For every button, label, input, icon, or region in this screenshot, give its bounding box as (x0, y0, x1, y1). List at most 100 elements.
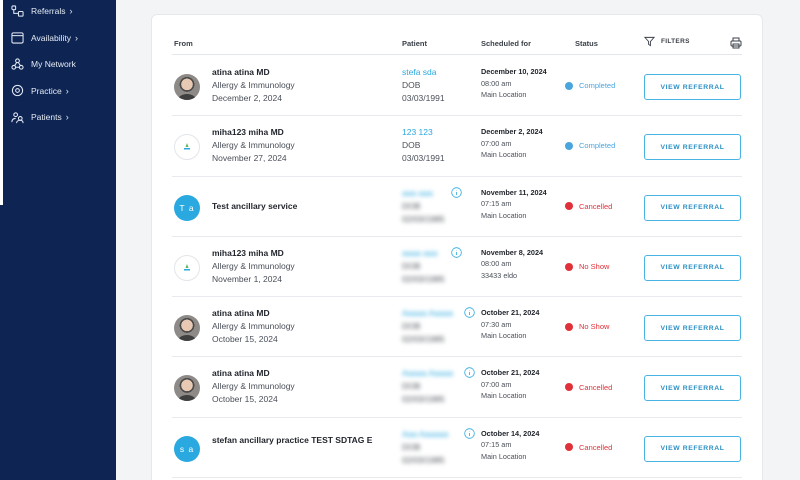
view-referral-button[interactable]: VIEW REFERRAL (644, 254, 741, 281)
referrer-specialty: Allergy & Immunology (212, 381, 295, 392)
scheduled-date: November 11, 2024 (481, 187, 547, 197)
network-icon (10, 57, 24, 71)
chevron-right-icon: › (75, 32, 79, 43)
referrer-name: Test ancillary service (212, 200, 298, 211)
scheduled-location: Main Location (481, 90, 527, 99)
status-badge: Cancelled (565, 418, 612, 477)
schedule-info: December 2, 2024 07:00 am Main Location (481, 126, 561, 161)
patient-dob: 02/03/1985 (402, 394, 445, 405)
status-badge: Cancelled (565, 177, 612, 236)
patients-icon (10, 110, 24, 124)
status-text: Cancelled (579, 442, 613, 452)
practice-logo-icon (184, 143, 190, 150)
dob-label: DOB (402, 200, 421, 211)
scheduled-date: October 14, 2024 (481, 428, 540, 438)
calendar-icon (10, 31, 24, 45)
table-row: atina atina MD Allergy & Immunology Octobe… (172, 357, 742, 418)
referral-date: November 27, 2024 (212, 153, 287, 164)
dob-label: DOB (402, 80, 421, 90)
column-header-status[interactable]: Status (575, 39, 598, 48)
scheduled-date: December 10, 2024 (481, 67, 547, 76)
patient-dob: 02/03/1985 (402, 454, 445, 465)
table-row: atina atina MD Allergy & Immunology Decemb… (172, 56, 742, 117)
column-header-from[interactable]: From (174, 39, 193, 48)
referrals-card: From Patient Scheduled for Status FILTER… (151, 14, 763, 480)
table-row: T a Test ancillary service aaa aaa DOB 02/03… (172, 177, 742, 237)
info-icon[interactable] (464, 367, 475, 379)
view-referral-button[interactable]: VIEW REFERRAL (644, 194, 741, 221)
sidebar-item-patients[interactable]: Patients › (10, 104, 78, 131)
table-row: atina atina MD Allergy & Immunology Octobe… (172, 297, 742, 358)
view-referral-button[interactable]: VIEW REFERRAL (644, 315, 741, 342)
scheduled-time: 07:15 am (481, 440, 512, 450)
table-row: s a stefan ancillary practice TEST SDTAG … (172, 418, 742, 479)
info-icon[interactable] (464, 428, 475, 439)
patient-info: stefa sda DOB 03/03/1991 (402, 66, 472, 105)
scheduled-time: 07:15 am (481, 199, 512, 209)
sidebar-item-availability[interactable]: Availability › (10, 25, 78, 52)
referral-date: November 1, 2024 (212, 273, 282, 284)
practice-logo-icon (184, 263, 190, 271)
referrer-specialty: Allergy & Immunology (212, 80, 295, 90)
patient-name-link[interactable]: Aaa Aaaaaa (402, 428, 472, 441)
referral-date: December 2, 2024 (212, 93, 282, 103)
schedule-info: November 11, 2024 07:15 am Main Location (481, 187, 561, 222)
scheduled-location: Main Location (481, 210, 527, 220)
patient-info: Aaaaa Aaaaa DOB 02/03/1985 (402, 367, 472, 406)
dob-label: DOB (402, 381, 421, 392)
referral-from: Test ancillary service (212, 200, 392, 213)
scheduled-time: 07:00 am (481, 138, 512, 148)
patient-dob: 03/03/1991 (402, 153, 445, 164)
schedule-info: October 21, 2024 07:30 am Main Location (481, 307, 561, 342)
view-referral-button[interactable]: VIEW REFERRAL (644, 435, 741, 462)
patient-name-link[interactable]: stefa sda (402, 66, 472, 79)
sidebar-item-practice[interactable]: Practice › (10, 78, 78, 105)
info-icon[interactable] (451, 247, 462, 258)
scheduled-date: October 21, 2024 (481, 308, 540, 318)
schedule-info: October 21, 2024 07:00 am Main Location (481, 367, 561, 402)
referrer-name: miha123 miha MD (212, 247, 284, 258)
status-text: Cancelled (579, 382, 613, 392)
patient-info: 123 123 DOB 03/03/1991 (402, 126, 472, 165)
referral-from: stefan ancillary practice TEST SDTAG E (212, 434, 392, 447)
status-dot (565, 443, 573, 452)
scheduled-time: 08:00 am (481, 259, 512, 269)
schedule-info: November 8, 2024 08:00 am 33433 eldo (481, 247, 561, 282)
patient-name-link[interactable]: 123 123 (402, 126, 472, 139)
sidebar-item-label: Availability (31, 32, 72, 43)
column-header-scheduled[interactable]: Scheduled for (481, 39, 531, 48)
status-text: Completed (579, 141, 616, 151)
chevron-right-icon: › (69, 6, 73, 17)
referrer-specialty: Allergy & Immunology (212, 321, 295, 332)
column-header-patient[interactable]: Patient (402, 39, 427, 48)
filters-button[interactable]: FILTERS (644, 36, 690, 47)
referrals-icon (10, 4, 24, 18)
status-text: No Show (579, 262, 610, 272)
sidebar-nav: Referrals › Availability › My Network Pr… (10, 0, 78, 131)
referral-from: atina atina MD Allergy & Immunology Octobe… (212, 367, 392, 406)
scheduled-time: 07:30 am (481, 319, 512, 329)
avatar (174, 134, 200, 161)
view-referral-button[interactable]: VIEW REFERRAL (644, 134, 741, 161)
patient-name-link[interactable]: Aaaaa Aaaaa (402, 367, 472, 380)
info-icon[interactable] (451, 186, 462, 198)
scheduled-location: Main Location (481, 331, 527, 341)
referrer-name: stefan ancillary practice TEST SDTAG E (212, 434, 373, 445)
scheduled-location: Main Location (481, 451, 527, 461)
referrer-name: atina atina MD (212, 67, 270, 77)
view-referral-button[interactable]: VIEW REFERRAL (644, 375, 741, 402)
sidebar-item-my-network[interactable]: My Network (10, 51, 78, 78)
info-icon[interactable] (464, 307, 475, 318)
patient-dob: 02/03/1985 (402, 213, 445, 224)
patient-name-link[interactable]: Aaaaa Aaaaa (402, 307, 472, 320)
patient-info: Aaaaa Aaaaa DOB 02/03/1985 (402, 307, 472, 346)
sidebar: Referrals › Availability › My Network Pr… (0, 0, 116, 480)
table-row: miha123 miha MD Allergy & Immunology Novem… (172, 116, 742, 177)
referrer-name: atina atina MD (212, 308, 270, 319)
sidebar-item-referrals[interactable]: Referrals › (10, 0, 78, 25)
filter-icon (644, 36, 655, 47)
status-text: Cancelled (579, 201, 613, 211)
print-icon[interactable] (730, 37, 742, 49)
scheduled-location: 33433 eldo (481, 270, 518, 280)
view-referral-button[interactable]: VIEW REFERRAL (644, 74, 741, 100)
